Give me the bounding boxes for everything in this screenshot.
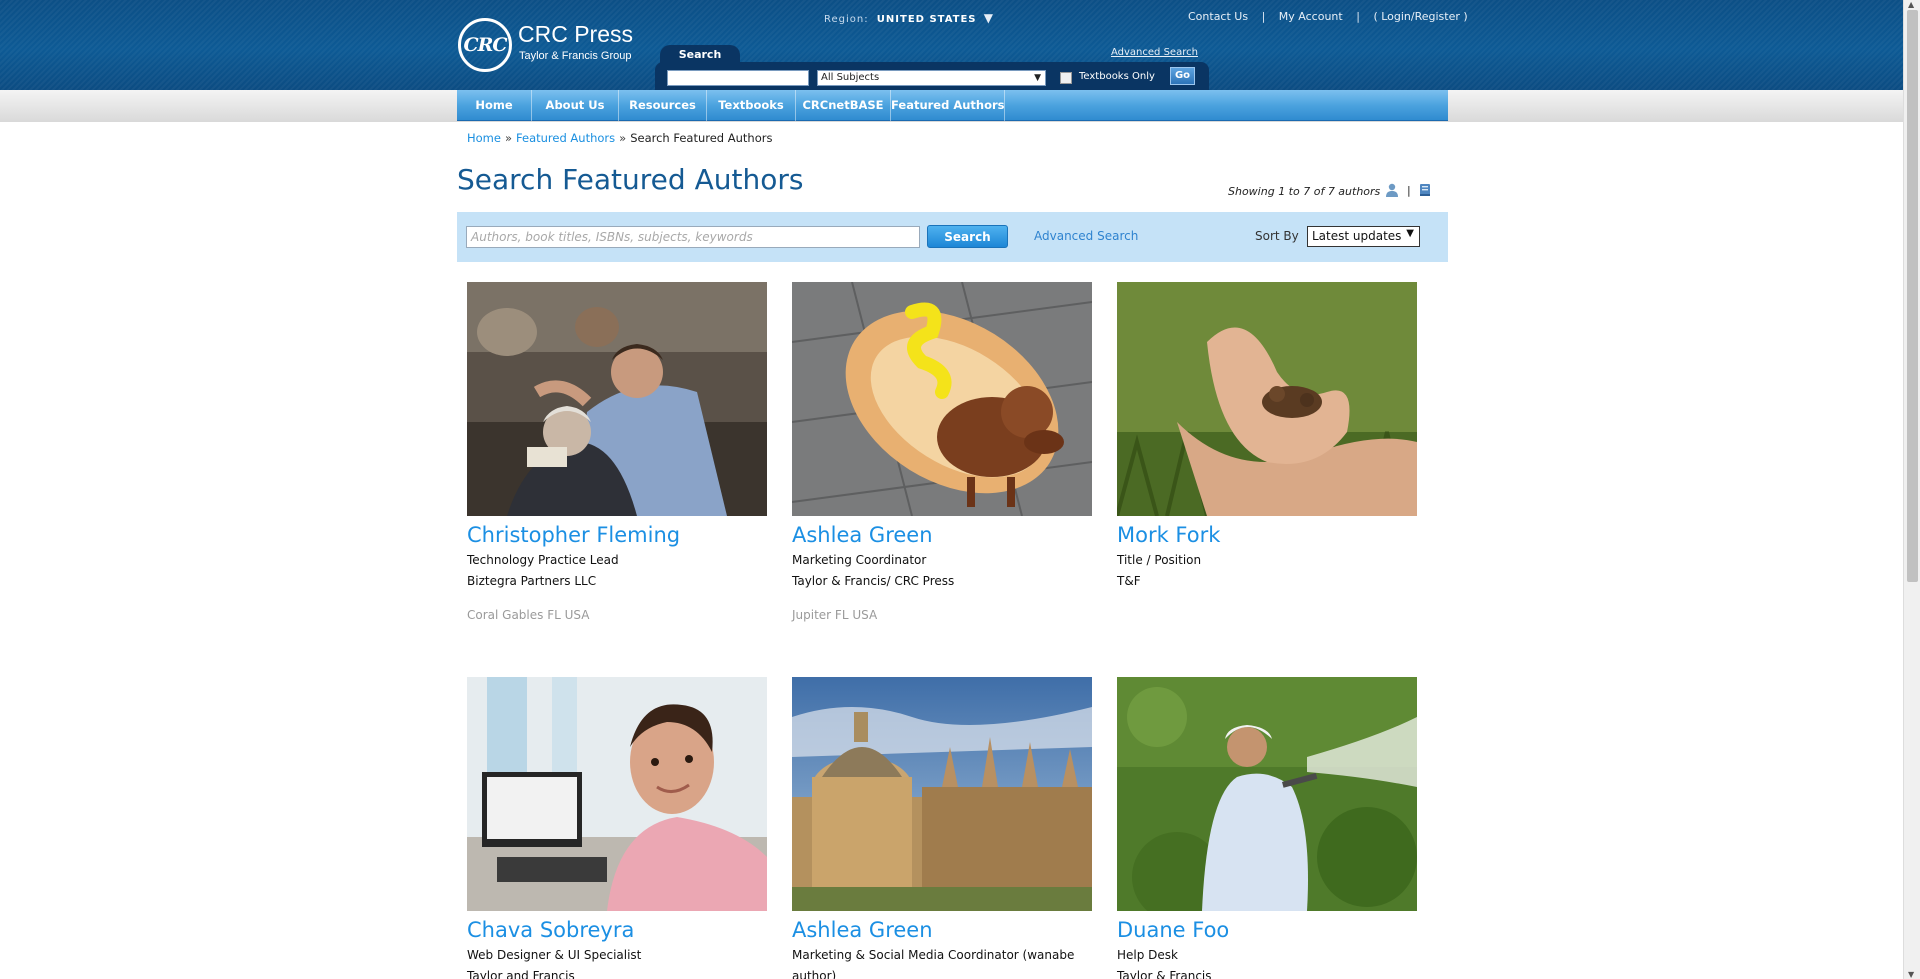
author-search-button[interactable]: Search <box>927 225 1008 248</box>
nav-resources[interactable]: Resources <box>619 90 707 121</box>
author-advanced-search-link[interactable]: Advanced Search <box>1034 229 1138 243</box>
contact-us-link[interactable]: Contact Us <box>1188 10 1248 23</box>
author-card[interactable]: Mork Fork Title / Position T&F <box>1117 282 1417 588</box>
author-organization: Taylor & Francis/ CRC Press <box>792 574 955 588</box>
author-photo[interactable] <box>1117 282 1417 516</box>
book-icon[interactable] <box>1418 183 1432 197</box>
author-card[interactable]: Ashlea Green Marketing Coordinator Taylo… <box>792 282 1092 622</box>
sort-by-label: Sort By <box>1255 229 1299 243</box>
subject-select[interactable]: All Subjects ▼ <box>817 70 1046 86</box>
go-button[interactable]: Go <box>1170 67 1195 85</box>
utility-links: Contact Us | My Account | ( Login/Regist… <box>1188 10 1468 23</box>
separator: | <box>1407 184 1411 197</box>
header-search-input[interactable] <box>667 70 809 86</box>
author-name[interactable]: Christopher Fleming <box>467 523 767 547</box>
region-value: UNITED STATES <box>876 14 977 25</box>
select-arrow-icon: ▼ <box>1406 228 1414 239</box>
author-title: Marketing Coordinator <box>792 553 927 567</box>
login-register-link[interactable]: ( Login/Register ) <box>1373 10 1467 23</box>
region-label: Region: <box>824 14 869 25</box>
author-organization: Taylor and Francis <box>467 969 575 979</box>
advanced-search-link[interactable]: Advanced Search <box>1111 47 1198 58</box>
author-title: Help Desk <box>1117 948 1178 962</box>
author-organization: author) <box>792 969 837 979</box>
sort-select[interactable]: Latest updates ▼ <box>1307 226 1420 247</box>
author-location: Coral Gables FL USA <box>467 608 590 622</box>
page-title: Search Featured Authors <box>457 163 804 196</box>
my-account-link[interactable]: My Account <box>1279 10 1343 23</box>
region-selector[interactable]: Region: UNITED STATES ▼ <box>824 11 994 25</box>
author-card[interactable]: Duane Foo Help Desk Taylor & Francis <box>1117 677 1417 979</box>
breadcrumb-separator: » <box>504 131 513 145</box>
breadcrumb-home[interactable]: Home <box>467 131 501 145</box>
author-organization: Biztegra Partners LLC <box>467 574 597 588</box>
author-organization: Taylor & Francis <box>1117 969 1212 979</box>
author-photo[interactable] <box>792 282 1092 516</box>
logo-name: CRC Press <box>518 21 634 47</box>
logo-subtitle: Taylor & Francis Group <box>519 50 632 62</box>
author-name[interactable]: Ashlea Green <box>792 523 1092 547</box>
logo-mark: CRC <box>458 18 512 72</box>
nav-home[interactable]: Home <box>457 90 532 121</box>
main-nav: Home About Us Resources Textbooks CRCnet… <box>457 90 1448 121</box>
scroll-down-icon[interactable]: ▼ <box>1908 970 1914 979</box>
select-arrow-icon: ▼ <box>1034 73 1041 83</box>
author-photo[interactable] <box>792 677 1092 911</box>
person-icon[interactable] <box>1385 183 1399 197</box>
author-photo[interactable] <box>467 677 767 911</box>
author-name[interactable]: Mork Fork <box>1117 523 1417 547</box>
scroll-up-icon[interactable]: ▲ <box>1908 0 1914 9</box>
author-card[interactable]: Chava Sobreyra Web Designer & UI Special… <box>467 677 767 979</box>
nav-textbooks[interactable]: Textbooks <box>707 90 796 121</box>
caret-down-icon: ▼ <box>983 11 994 25</box>
author-search-bar: Authors, book titles, ISBNs, subjects, k… <box>457 212 1448 262</box>
author-photo[interactable] <box>467 282 767 516</box>
breadcrumb-current: Search Featured Authors <box>630 131 773 145</box>
author-name[interactable]: Chava Sobreyra <box>467 918 767 942</box>
results-count: Showing 1 to 7 of 7 authors <box>1228 185 1381 198</box>
author-name[interactable]: Ashlea Green <box>792 918 1092 942</box>
scrollbar-thumb[interactable] <box>1907 10 1918 582</box>
sort-select-value: Latest updates <box>1312 229 1402 243</box>
author-title: Web Designer & UI Specialist <box>467 948 642 962</box>
textbooks-only-label: Textbooks Only <box>1079 71 1155 82</box>
separator: | <box>1261 10 1266 23</box>
textbooks-only-checkbox[interactable] <box>1060 72 1072 84</box>
author-location: Jupiter FL USA <box>792 608 878 622</box>
author-photo[interactable] <box>1117 677 1417 911</box>
subject-select-value: All Subjects <box>821 72 880 83</box>
author-name[interactable]: Duane Foo <box>1117 918 1417 942</box>
author-card[interactable]: Christopher Fleming Technology Practice … <box>467 282 767 622</box>
author-title: Marketing & Social Media Coordinator (wa… <box>792 948 1075 962</box>
breadcrumb: Home» Featured Authors» Search Featured Au… <box>467 131 772 145</box>
breadcrumb-featured-authors[interactable]: Featured Authors <box>516 131 615 145</box>
page-scrollbar[interactable]: ▲ ▼ <box>1903 0 1920 979</box>
nav-about-us[interactable]: About Us <box>532 90 619 121</box>
breadcrumb-separator: » <box>619 131 627 145</box>
nav-crcnetbase[interactable]: CRCnetBASE <box>796 90 891 121</box>
author-organization: T&F <box>1117 574 1141 588</box>
author-card[interactable]: Ashlea Green Marketing & Social Media Co… <box>792 677 1092 979</box>
author-search-input[interactable]: Authors, book titles, ISBNs, subjects, k… <box>466 226 920 248</box>
crc-press-logo[interactable]: CRC CRC Press Taylor & Francis Group <box>458 16 648 74</box>
separator: | <box>1356 10 1360 23</box>
author-title: Title / Position <box>1117 553 1202 567</box>
nav-featured-authors[interactable]: Featured Authors <box>891 90 1005 121</box>
author-title: Technology Practice Lead <box>467 553 619 567</box>
